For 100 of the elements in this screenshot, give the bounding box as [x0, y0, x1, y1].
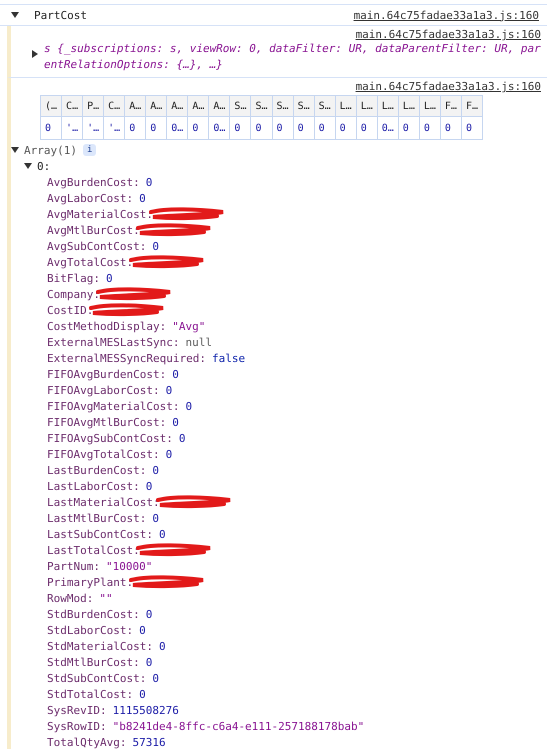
- column-header[interactable]: (…: [40, 96, 62, 116]
- column-header[interactable]: A…: [188, 96, 209, 116]
- property-key: FIFOAvgBurdenCost:: [47, 368, 166, 380]
- table-cell: 0…: [208, 116, 230, 140]
- table-cell: 0: [293, 116, 314, 140]
- property-key: StdLaborCost:: [47, 624, 134, 636]
- index-label: 0:: [37, 160, 50, 172]
- property-value: 0: [178, 432, 186, 444]
- expand-arrow-icon[interactable]: [10, 145, 20, 155]
- column-header[interactable]: S…: [250, 96, 272, 116]
- property-key: AvgMaterialCost:: [47, 208, 153, 220]
- column-header[interactable]: C…: [104, 96, 125, 116]
- table-cell: 0: [440, 116, 462, 140]
- property-key: SysRowID:: [47, 720, 107, 732]
- group-label: PartCost: [34, 8, 88, 22]
- column-header[interactable]: S…: [272, 96, 294, 116]
- column-header[interactable]: A…: [146, 96, 167, 116]
- column-header[interactable]: S…: [293, 96, 314, 116]
- table-cell: 0: [146, 116, 167, 140]
- property-value: 0: [172, 368, 179, 380]
- column-header[interactable]: A…: [166, 96, 188, 116]
- table-cell: 0…: [377, 116, 398, 140]
- property-key: StdSubContCost:: [47, 672, 146, 684]
- property-key: LastSubContCost:: [47, 528, 153, 540]
- property-value: 0: [152, 512, 159, 524]
- table-cell: 0: [335, 116, 356, 140]
- column-header[interactable]: L…: [398, 96, 420, 116]
- source-link[interactable]: main.64c75fadae33a1a3.js:160: [356, 80, 541, 93]
- table-cell: 0: [398, 116, 420, 140]
- property-key: LastLaborCost:: [47, 480, 140, 492]
- column-header[interactable]: S…: [230, 96, 251, 116]
- source-link[interactable]: main.64c75fadae33a1a3.js:160: [354, 8, 539, 22]
- property-key: AvgMtlBurCost:: [47, 224, 140, 236]
- property-value: 0: [152, 464, 159, 476]
- property-key: FIFOAvgMtlBurCost:: [47, 416, 166, 428]
- table-cell: 0: [356, 116, 378, 140]
- property-key: LastMtlBurCost:: [47, 512, 146, 524]
- table-cell: '…: [104, 116, 125, 140]
- column-header[interactable]: A…: [124, 96, 146, 116]
- property-value: 57316: [132, 736, 166, 748]
- column-header[interactable]: F…: [440, 96, 462, 116]
- property-key: BitFlag:: [47, 272, 100, 284]
- table-cell: 0: [272, 116, 294, 140]
- property-value: 0: [146, 176, 152, 188]
- table-cell: '…: [82, 116, 104, 140]
- source-link[interactable]: main.64c75fadae33a1a3.js:160: [356, 28, 541, 41]
- property-key: AvgTotalCost:: [47, 256, 134, 268]
- property-key: StdMaterialCost:: [47, 640, 153, 652]
- property-key: FIFOAvgLaborCost:: [47, 384, 160, 396]
- property-key: CostMethodDisplay:: [47, 320, 166, 332]
- table-cell: 0: [124, 116, 146, 140]
- property-value: 0: [139, 624, 146, 636]
- expand-arrow-icon[interactable]: [10, 10, 20, 20]
- property-value: 0: [166, 384, 172, 396]
- expand-arrow-icon[interactable]: [30, 49, 40, 59]
- property-value: 0: [146, 480, 152, 492]
- property-key: PrimaryPlant:: [47, 576, 134, 588]
- property-key: AvgSubContCost:: [47, 240, 146, 252]
- property-value: 0: [146, 656, 152, 668]
- property-key: Company:: [47, 288, 100, 300]
- property-key: AvgLaborCost:: [47, 192, 134, 204]
- column-header[interactable]: A…: [208, 96, 230, 116]
- property-value: 0: [158, 640, 166, 652]
- property-value: 0: [158, 528, 166, 540]
- table-cell: '…: [62, 116, 83, 140]
- expand-arrow-icon[interactable]: [23, 161, 33, 171]
- property-key: ExternalMESLastSync:: [47, 336, 180, 348]
- property-key: RowMod:: [47, 592, 94, 604]
- column-header[interactable]: S…: [314, 96, 336, 116]
- property-value: 1115508276: [112, 704, 179, 716]
- property-key: LastMaterialCost:: [47, 496, 160, 508]
- property-key: FIFOAvgTotalCost:: [47, 448, 160, 460]
- column-header[interactable]: P…: [82, 96, 104, 116]
- table-cell: 0: [230, 116, 251, 140]
- table-cell: 0: [40, 116, 62, 140]
- property-value: 0: [139, 192, 146, 204]
- property-value: "b8241de4-8ffc-c6a4-e111-257188178bab": [112, 720, 364, 732]
- property-value: 0: [139, 688, 146, 700]
- property-key: StdMtlBurCost:: [47, 656, 140, 668]
- property-key: StdBurdenCost:: [47, 608, 140, 620]
- column-header[interactable]: L…: [419, 96, 440, 116]
- column-header[interactable]: C…: [62, 96, 83, 116]
- property-value: "": [99, 592, 113, 604]
- column-header[interactable]: L…: [356, 96, 378, 116]
- column-header[interactable]: L…: [335, 96, 356, 116]
- property-key: FIFOAvgSubContCost:: [47, 432, 173, 444]
- property-value: 0: [152, 672, 159, 684]
- property-value: 0: [185, 400, 192, 412]
- property-key: AvgBurdenCost:: [47, 176, 140, 188]
- property-key: FIFOAvgMaterialCost:: [47, 400, 180, 412]
- table-cell: 0: [250, 116, 272, 140]
- table-cell: 0: [461, 116, 482, 140]
- object-preview: s {_subscriptions: s, viewRow: 0, dataFilter: UR, dataParentFilter: UR, parentRelationOptions: {…}, …}: [44, 41, 541, 73]
- info-badge[interactable]: i: [82, 144, 96, 156]
- column-header[interactable]: L…: [377, 96, 398, 116]
- property-value: 0: [146, 608, 152, 620]
- property-value: false: [212, 352, 246, 364]
- column-header[interactable]: F…: [461, 96, 482, 116]
- property-value: 0: [152, 240, 159, 252]
- table-cell: 0: [314, 116, 336, 140]
